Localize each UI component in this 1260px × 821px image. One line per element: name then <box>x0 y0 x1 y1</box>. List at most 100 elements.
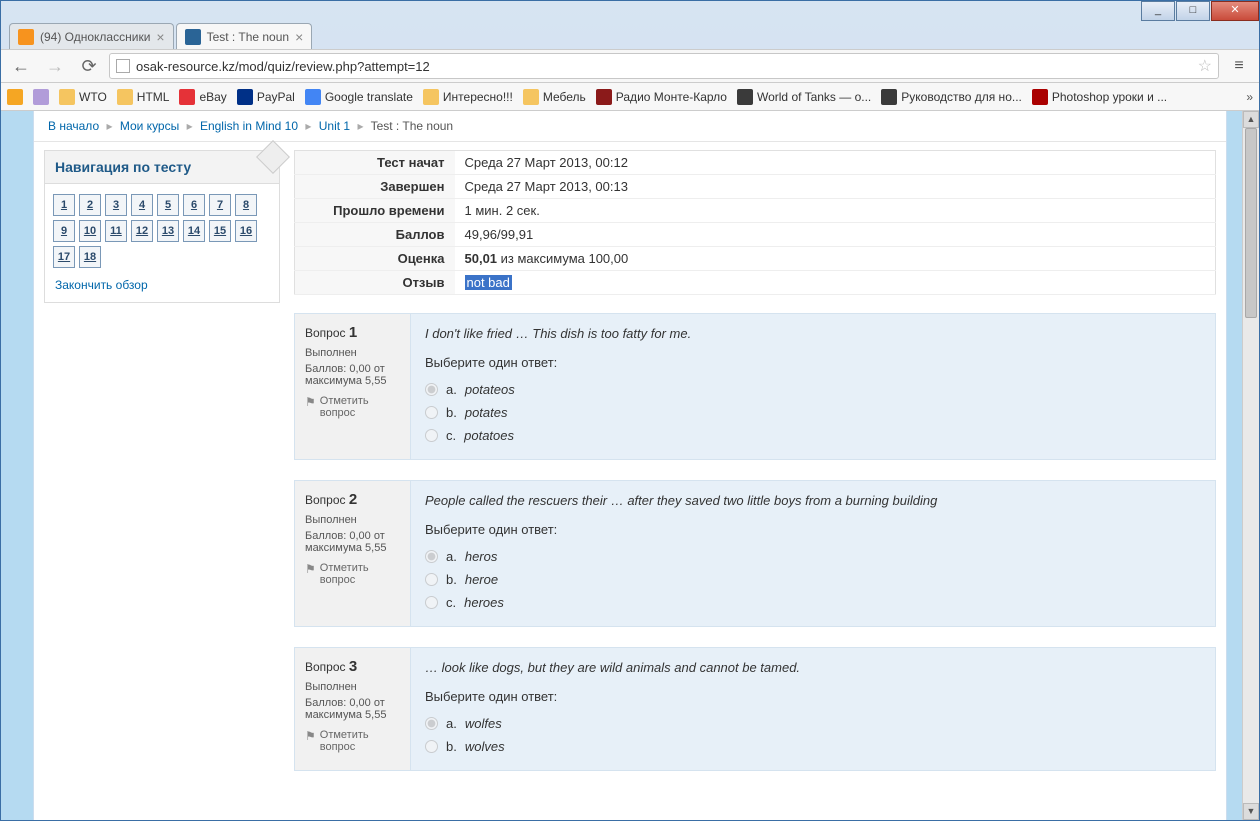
browser-tabstrip: (94) Одноклассники × Test : The noun × <box>1 21 1259 49</box>
summary-row: Баллов49,96/99,91 <box>295 223 1216 247</box>
finish-review-link[interactable]: Закончить обзор <box>45 274 279 302</box>
question-nav-5[interactable]: 5 <box>157 194 179 216</box>
flag-icon: ⚑ <box>305 562 316 576</box>
question-nav-9[interactable]: 9 <box>53 220 75 242</box>
browser-tab[interactable]: (94) Одноклассники × <box>9 23 174 49</box>
chrome-menu-button[interactable]: ≡ <box>1225 52 1253 80</box>
tab-title: Test : The noun <box>207 30 290 44</box>
bookmark-star-icon[interactable]: ☆ <box>1198 56 1212 76</box>
question-nav-2[interactable]: 2 <box>79 194 101 216</box>
breadcrumb-link[interactable]: Unit 1 <box>319 119 350 133</box>
bookmark-item[interactable]: Интересно!!! <box>423 89 513 105</box>
question-block: Вопрос 2ВыполненБаллов: 0,00 от максимум… <box>294 480 1216 627</box>
main-content: Тест начатСреда 27 Март 2013, 00:12Завер… <box>280 150 1226 811</box>
bookmark-item[interactable]: Google translate <box>305 89 413 105</box>
back-button[interactable]: ← <box>7 52 35 80</box>
bookmark-item[interactable] <box>33 89 49 105</box>
option-text: potateos <box>465 382 515 397</box>
flag-question-link[interactable]: ⚑Отметить вопрос <box>305 395 400 419</box>
question-nav-11[interactable]: 11 <box>105 220 127 242</box>
close-icon[interactable]: × <box>295 29 303 45</box>
bookmark-item[interactable]: Руководство для но... <box>881 89 1022 105</box>
radio-input[interactable] <box>425 573 438 586</box>
close-icon[interactable]: × <box>156 29 164 45</box>
radio-input[interactable] <box>425 383 438 396</box>
block-title: Навигация по тесту <box>45 151 279 184</box>
option-text: potates <box>465 405 508 420</box>
window-maximize-button[interactable]: □ <box>1176 1 1210 21</box>
window-frame: _ □ ✕ (94) Одноклассники × Test : The no… <box>0 0 1260 821</box>
scroll-up-button[interactable]: ▲ <box>1243 111 1259 128</box>
scroll-thumb[interactable] <box>1245 128 1257 318</box>
favicon-moodle-icon <box>185 29 201 45</box>
question-nav-1[interactable]: 1 <box>53 194 75 216</box>
favicon-icon <box>737 89 753 105</box>
bookmark-item[interactable]: Мебель <box>523 89 586 105</box>
bookmark-item[interactable]: eBay <box>179 89 226 105</box>
question-nav-15[interactable]: 15 <box>209 220 231 242</box>
summary-row: Оценка50,01 из максимума 100,00 <box>295 247 1216 271</box>
question-grid: 123456789101112131415161718 <box>45 184 279 274</box>
browser-tab[interactable]: Test : The noun × <box>176 23 313 49</box>
summary-key: Отзыв <box>295 271 455 295</box>
option-letter: a. <box>446 716 457 731</box>
breadcrumb-link[interactable]: Мои курсы <box>120 119 179 133</box>
question-nav-12[interactable]: 12 <box>131 220 153 242</box>
reload-button[interactable]: ⟳ <box>75 52 103 80</box>
question-nav-4[interactable]: 4 <box>131 194 153 216</box>
window-minimize-button[interactable]: _ <box>1141 1 1175 21</box>
answer-option: a. wolfes <box>425 712 1201 735</box>
bookmark-item[interactable]: PayPal <box>237 89 295 105</box>
summary-key: Оценка <box>295 247 455 271</box>
bookmark-item[interactable]: World of Tanks — о... <box>737 89 871 105</box>
chevron-right-icon: ▸ <box>187 119 193 133</box>
window-close-button[interactable]: ✕ <box>1211 1 1259 21</box>
scroll-down-button[interactable]: ▼ <box>1243 803 1259 820</box>
summary-row: ЗавершенСреда 27 Март 2013, 00:13 <box>295 175 1216 199</box>
bookmark-item[interactable]: Радио Монте-Карло <box>596 89 727 105</box>
breadcrumb-link[interactable]: В начало <box>48 119 99 133</box>
question-nav-17[interactable]: 17 <box>53 246 75 268</box>
bookmark-item[interactable] <box>7 89 23 105</box>
question-nav-6[interactable]: 6 <box>183 194 205 216</box>
bookmark-item[interactable]: Photoshop уроки и ... <box>1032 89 1167 105</box>
question-nav-14[interactable]: 14 <box>183 220 205 242</box>
favicon-icon <box>237 89 253 105</box>
radio-input[interactable] <box>425 596 438 609</box>
flag-question-link[interactable]: ⚑Отметить вопрос <box>305 729 400 753</box>
question-nav-7[interactable]: 7 <box>209 194 231 216</box>
answer-option: c. heroes <box>425 591 1201 614</box>
flag-question-link[interactable]: ⚑Отметить вопрос <box>305 562 400 586</box>
question-nav-13[interactable]: 13 <box>157 220 179 242</box>
radio-input[interactable] <box>425 429 438 442</box>
forward-button[interactable]: → <box>41 52 69 80</box>
favicon-ok-icon <box>18 29 34 45</box>
address-bar[interactable]: osak-resource.kz/mod/quiz/review.php?att… <box>109 53 1219 79</box>
favicon-icon <box>179 89 195 105</box>
radio-input[interactable] <box>425 717 438 730</box>
bookmark-item[interactable]: WTO <box>59 89 107 105</box>
option-text: wolfes <box>465 716 502 731</box>
bookmark-label: Google translate <box>325 90 413 104</box>
radio-input[interactable] <box>425 406 438 419</box>
folder-icon <box>59 89 75 105</box>
summary-value: 1 мин. 2 сек. <box>455 199 1216 223</box>
question-nav-16[interactable]: 16 <box>235 220 257 242</box>
question-nav-3[interactable]: 3 <box>105 194 127 216</box>
answer-option: a. heros <box>425 545 1201 568</box>
titlebar: _ □ ✕ <box>1 1 1259 21</box>
question-nav-10[interactable]: 10 <box>79 220 101 242</box>
favicon-icon <box>33 89 49 105</box>
bookmark-label: Photoshop уроки и ... <box>1052 90 1167 104</box>
breadcrumb-link[interactable]: English in Mind 10 <box>200 119 298 133</box>
favicon-icon <box>1032 89 1048 105</box>
radio-input[interactable] <box>425 740 438 753</box>
scroll-track[interactable] <box>1243 128 1259 803</box>
question-nav-18[interactable]: 18 <box>79 246 101 268</box>
answer-prompt: Выберите один ответ: <box>425 689 1201 704</box>
bookmarks-overflow-button[interactable]: » <box>1246 90 1253 104</box>
bookmark-item[interactable]: HTML <box>117 89 170 105</box>
radio-input[interactable] <box>425 550 438 563</box>
question-nav-8[interactable]: 8 <box>235 194 257 216</box>
scrollbar-vertical[interactable]: ▲ ▼ <box>1242 111 1259 820</box>
